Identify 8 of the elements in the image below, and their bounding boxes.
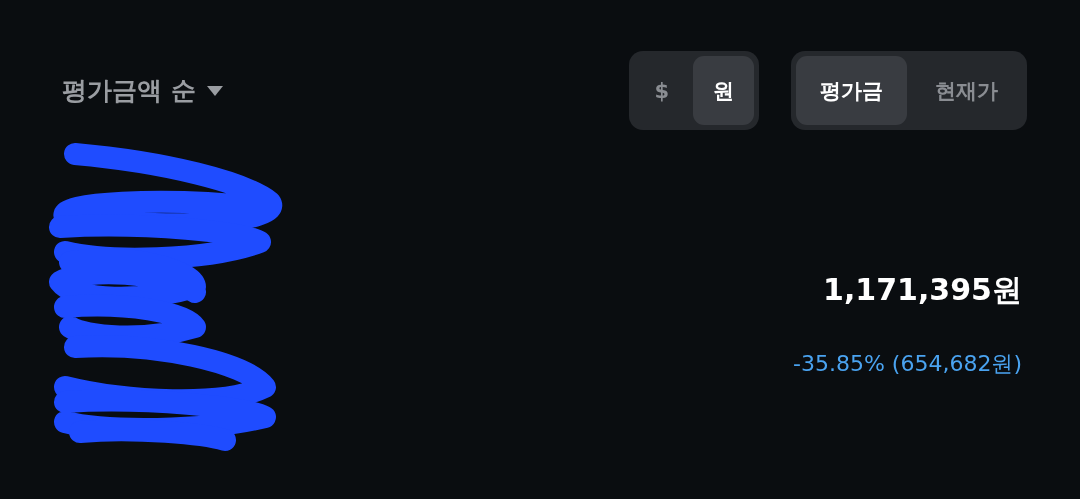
currency-option[interactable]: 원 (693, 56, 754, 125)
holding-value: 1,171,395원 (823, 271, 1022, 309)
currency-option[interactable]: $ (634, 56, 689, 125)
view-tab[interactable]: 현재가 (911, 56, 1022, 125)
change-text: -35.85% (654,682원) (793, 350, 1022, 378)
sort-dropdown[interactable]: 평가금액 순 (62, 74, 224, 107)
caret-icon (205, 84, 224, 97)
view-tab[interactable]: 평가금 (796, 56, 907, 125)
